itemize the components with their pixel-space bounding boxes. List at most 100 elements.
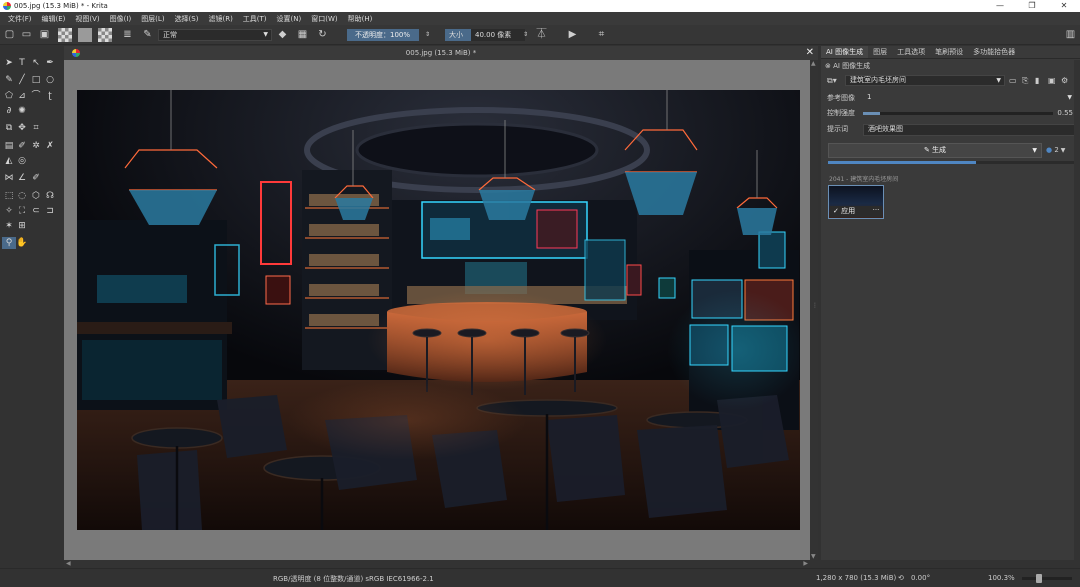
ai-select-icon[interactable]: ✶ <box>2 220 16 232</box>
size-stepper-icon[interactable]: ⇕ <box>519 28 532 41</box>
multibrush-icon[interactable]: ✺ <box>15 105 29 117</box>
vertical-scrollbar[interactable]: ▲ ⋮ ▼ <box>810 60 818 560</box>
reference-images-icon[interactable]: ✐ <box>29 172 43 184</box>
prompt-input[interactable]: 酒吧效果图 <box>863 124 1075 136</box>
zoom-value[interactable]: 100.3% <box>988 574 1015 582</box>
alpha-lock-icon[interactable]: ▦ <box>296 28 309 41</box>
minimize-button[interactable]: — <box>984 0 1016 12</box>
menu-view[interactable]: 视图(V) <box>70 14 104 24</box>
move-tool-icon[interactable]: ✥ <box>15 122 29 134</box>
rectangle-tool-icon[interactable]: □ <box>29 74 43 86</box>
menu-window[interactable]: 窗口(W) <box>306 14 342 24</box>
tab-layers[interactable]: 图层 <box>868 46 892 58</box>
opacity-stepper-icon[interactable]: ⇕ <box>421 28 434 41</box>
calligraphy-icon[interactable]: ✒ <box>43 57 57 69</box>
zoom-slider-handle[interactable] <box>1036 574 1042 583</box>
scroll-up-icon[interactable]: ▲ <box>811 60 816 67</box>
transform-tool-icon[interactable]: ⧉ <box>2 122 16 134</box>
polygon-select-icon[interactable]: ⬡ <box>29 190 43 202</box>
folder-icon[interactable]: ▭ <box>1009 75 1017 86</box>
zoom-tool-icon[interactable]: ⚲ <box>2 237 16 249</box>
brush-tool-icon[interactable]: ✎ <box>2 74 16 86</box>
eraser-icon[interactable]: ◆ <box>276 28 289 41</box>
enclose-fill-icon[interactable]: ◎ <box>15 155 29 167</box>
menu-settings[interactable]: 设置(N) <box>272 14 307 24</box>
mirror-horizontal-icon[interactable]: ⏄ <box>535 28 548 41</box>
gradient-tool-icon[interactable]: ▤ <box>2 140 16 152</box>
pattern-swatch-icon[interactable] <box>98 28 112 42</box>
mirror-vertical-icon[interactable]: ▶ <box>566 28 579 41</box>
strength-slider[interactable] <box>863 112 1053 115</box>
settings-gear-icon[interactable]: ⚙ <box>1061 75 1068 86</box>
dock-collapse-icon[interactable]: ⊗ <box>825 62 833 70</box>
ellipse-tool-icon[interactable]: ○ <box>43 74 57 86</box>
style-preset-select[interactable]: 建筑室内毛坯房间 ▼ <box>845 75 1005 86</box>
magnetic-select-icon[interactable]: ⊐ <box>43 205 57 217</box>
menu-layer[interactable]: 图层(L) <box>136 14 169 24</box>
smart-patch-icon[interactable]: ✲ <box>29 140 43 152</box>
freehand-select-icon[interactable]: ☊ <box>43 190 57 202</box>
bezier-tool-icon[interactable]: ⌒ <box>29 90 43 102</box>
reload-preset-icon[interactable]: ↻ <box>316 28 329 41</box>
text-tool-icon[interactable]: T <box>15 57 29 69</box>
tab-ai-image-generation[interactable]: AI 图像生成 <box>821 46 869 58</box>
contiguous-select-icon[interactable]: ✧ <box>2 205 16 217</box>
apply-button[interactable]: ✓ 应用 <box>830 206 870 217</box>
save-icon[interactable]: ▣ <box>38 28 51 41</box>
document-tab[interactable]: 005.jpg (15.3 MiB) * ✕ <box>64 46 818 60</box>
fill-tool-icon[interactable]: ◭ <box>2 155 16 167</box>
close-window-button[interactable]: ✕ <box>1048 0 1080 12</box>
more-options-button[interactable]: ··· <box>870 206 882 217</box>
generate-options-icon[interactable]: ▼ <box>1032 144 1037 157</box>
rotation-value[interactable]: 0.00° <box>911 574 930 582</box>
scroll-down-icon[interactable]: ▼ <box>811 553 816 560</box>
ellipse-select-icon[interactable]: ◌ <box>15 190 29 202</box>
new-document-icon[interactable]: ▢ <box>3 28 16 41</box>
polyline-tool-icon[interactable]: ⊿ <box>15 90 29 102</box>
size-slider[interactable]: 大小 40.00 像素 <box>445 29 525 41</box>
foreground-color-swatch[interactable] <box>78 28 92 42</box>
assistant-icon[interactable]: ⋈ <box>2 172 16 184</box>
rotation-icon[interactable]: ⟲ <box>898 574 904 582</box>
docker-scrollbar[interactable] <box>1074 60 1080 560</box>
perspective-grid-icon[interactable]: ⊞ <box>15 220 29 232</box>
batch-count-stepper[interactable]: ● 2 ▼ <box>1046 143 1076 158</box>
select-shapes-icon[interactable]: ➤ <box>2 57 16 69</box>
brush-editor-icon[interactable]: ≣ <box>121 28 134 41</box>
canvas-image[interactable] <box>77 90 800 530</box>
delete-icon[interactable]: ▮ <box>1035 75 1039 86</box>
reference-image-select[interactable]: 1 ▼ <box>863 93 1075 104</box>
menu-filter[interactable]: 滤镜(R) <box>203 14 237 24</box>
scroll-grip-icon[interactable]: ⋮ <box>812 302 818 309</box>
tab-brush-presets[interactable]: 笔刷预设 <box>930 46 968 58</box>
save-preset-icon[interactable]: ▣ <box>1048 75 1056 86</box>
open-folder-icon[interactable]: ▭ <box>20 28 33 41</box>
menu-file[interactable]: 文件(F) <box>3 14 37 24</box>
menu-edit[interactable]: 编辑(E) <box>37 14 71 24</box>
rectangle-select-icon[interactable]: ⬚ <box>2 190 16 202</box>
line-tool-icon[interactable]: ╱ <box>15 74 29 86</box>
color-picker-icon[interactable]: ✐ <box>15 140 29 152</box>
horizontal-scrollbar[interactable]: ◀ ▶ <box>64 560 810 568</box>
dynamic-brush-icon[interactable]: ∂ <box>2 105 16 117</box>
bezier-select-icon[interactable]: ⊂ <box>29 205 43 217</box>
blend-mode-select[interactable]: 正常 ▼ <box>158 29 272 41</box>
scroll-left-icon[interactable]: ◀ <box>66 560 71 567</box>
opacity-slider[interactable]: 不透明度：100% <box>347 29 419 41</box>
generate-button[interactable]: ✎ 生成 ▼ <box>828 143 1042 158</box>
gradient-swatch-icon[interactable] <box>58 28 72 42</box>
generated-thumbnail[interactable]: ✓ 应用 ··· <box>828 185 884 219</box>
freehand-path-icon[interactable]: ʈ <box>43 90 57 102</box>
menu-tools[interactable]: 工具(T) <box>238 14 272 24</box>
tab-color-selector[interactable]: 多功能拾色器 <box>968 46 1020 58</box>
close-document-icon[interactable]: ✕ <box>806 47 814 58</box>
copy-icon[interactable]: ⎘ <box>1022 75 1028 86</box>
menu-image[interactable]: 图像(I) <box>105 14 137 24</box>
polygon-tool-icon[interactable]: ⬠ <box>2 90 16 102</box>
measure-tool-icon[interactable]: ∠ <box>15 172 29 184</box>
menu-help[interactable]: 帮助(H) <box>343 14 378 24</box>
edit-shapes-icon[interactable]: ↖ <box>29 57 43 69</box>
docker-layout-icon[interactable]: ▥ <box>1064 28 1077 41</box>
pan-tool-icon[interactable]: ✋ <box>15 237 29 249</box>
maximize-button[interactable]: ❐ <box>1016 0 1048 12</box>
